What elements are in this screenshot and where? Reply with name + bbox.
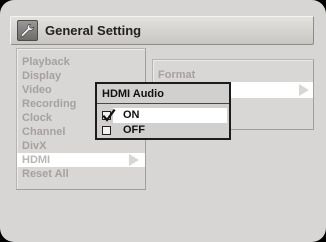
dialog-title: HDMI Audio (97, 84, 229, 104)
menu-item-divx[interactable]: DivX (17, 139, 145, 153)
menu-item-hdmi-label: HDMI (22, 154, 51, 166)
menu-item-display[interactable]: Display (17, 69, 145, 83)
menu-item-reset-all[interactable]: Reset All (17, 167, 145, 181)
osd-screen: General Setting Playback Display Video R… (0, 0, 326, 242)
checkmark-icon (102, 109, 116, 122)
option-on-label: ON (123, 109, 140, 121)
option-off[interactable]: OFF (97, 123, 229, 138)
checkbox-unchecked[interactable] (102, 126, 111, 135)
menu-item-playback[interactable]: Playback (17, 55, 145, 69)
menu-item-hdmi[interactable]: HDMI (17, 153, 145, 167)
page-title: General Setting (45, 23, 142, 38)
title-bar: General Setting (10, 16, 314, 45)
wrench-icon (17, 20, 38, 41)
arrow-right-icon (129, 154, 139, 166)
checkbox-checked[interactable] (102, 109, 116, 122)
option-on[interactable]: ON (97, 108, 229, 123)
hdmi-audio-dialog: HDMI Audio ON OFF (95, 82, 231, 140)
option-off-label: OFF (123, 124, 145, 136)
submenu-item-format[interactable]: Format (158, 69, 195, 81)
arrow-right-icon (299, 84, 309, 96)
